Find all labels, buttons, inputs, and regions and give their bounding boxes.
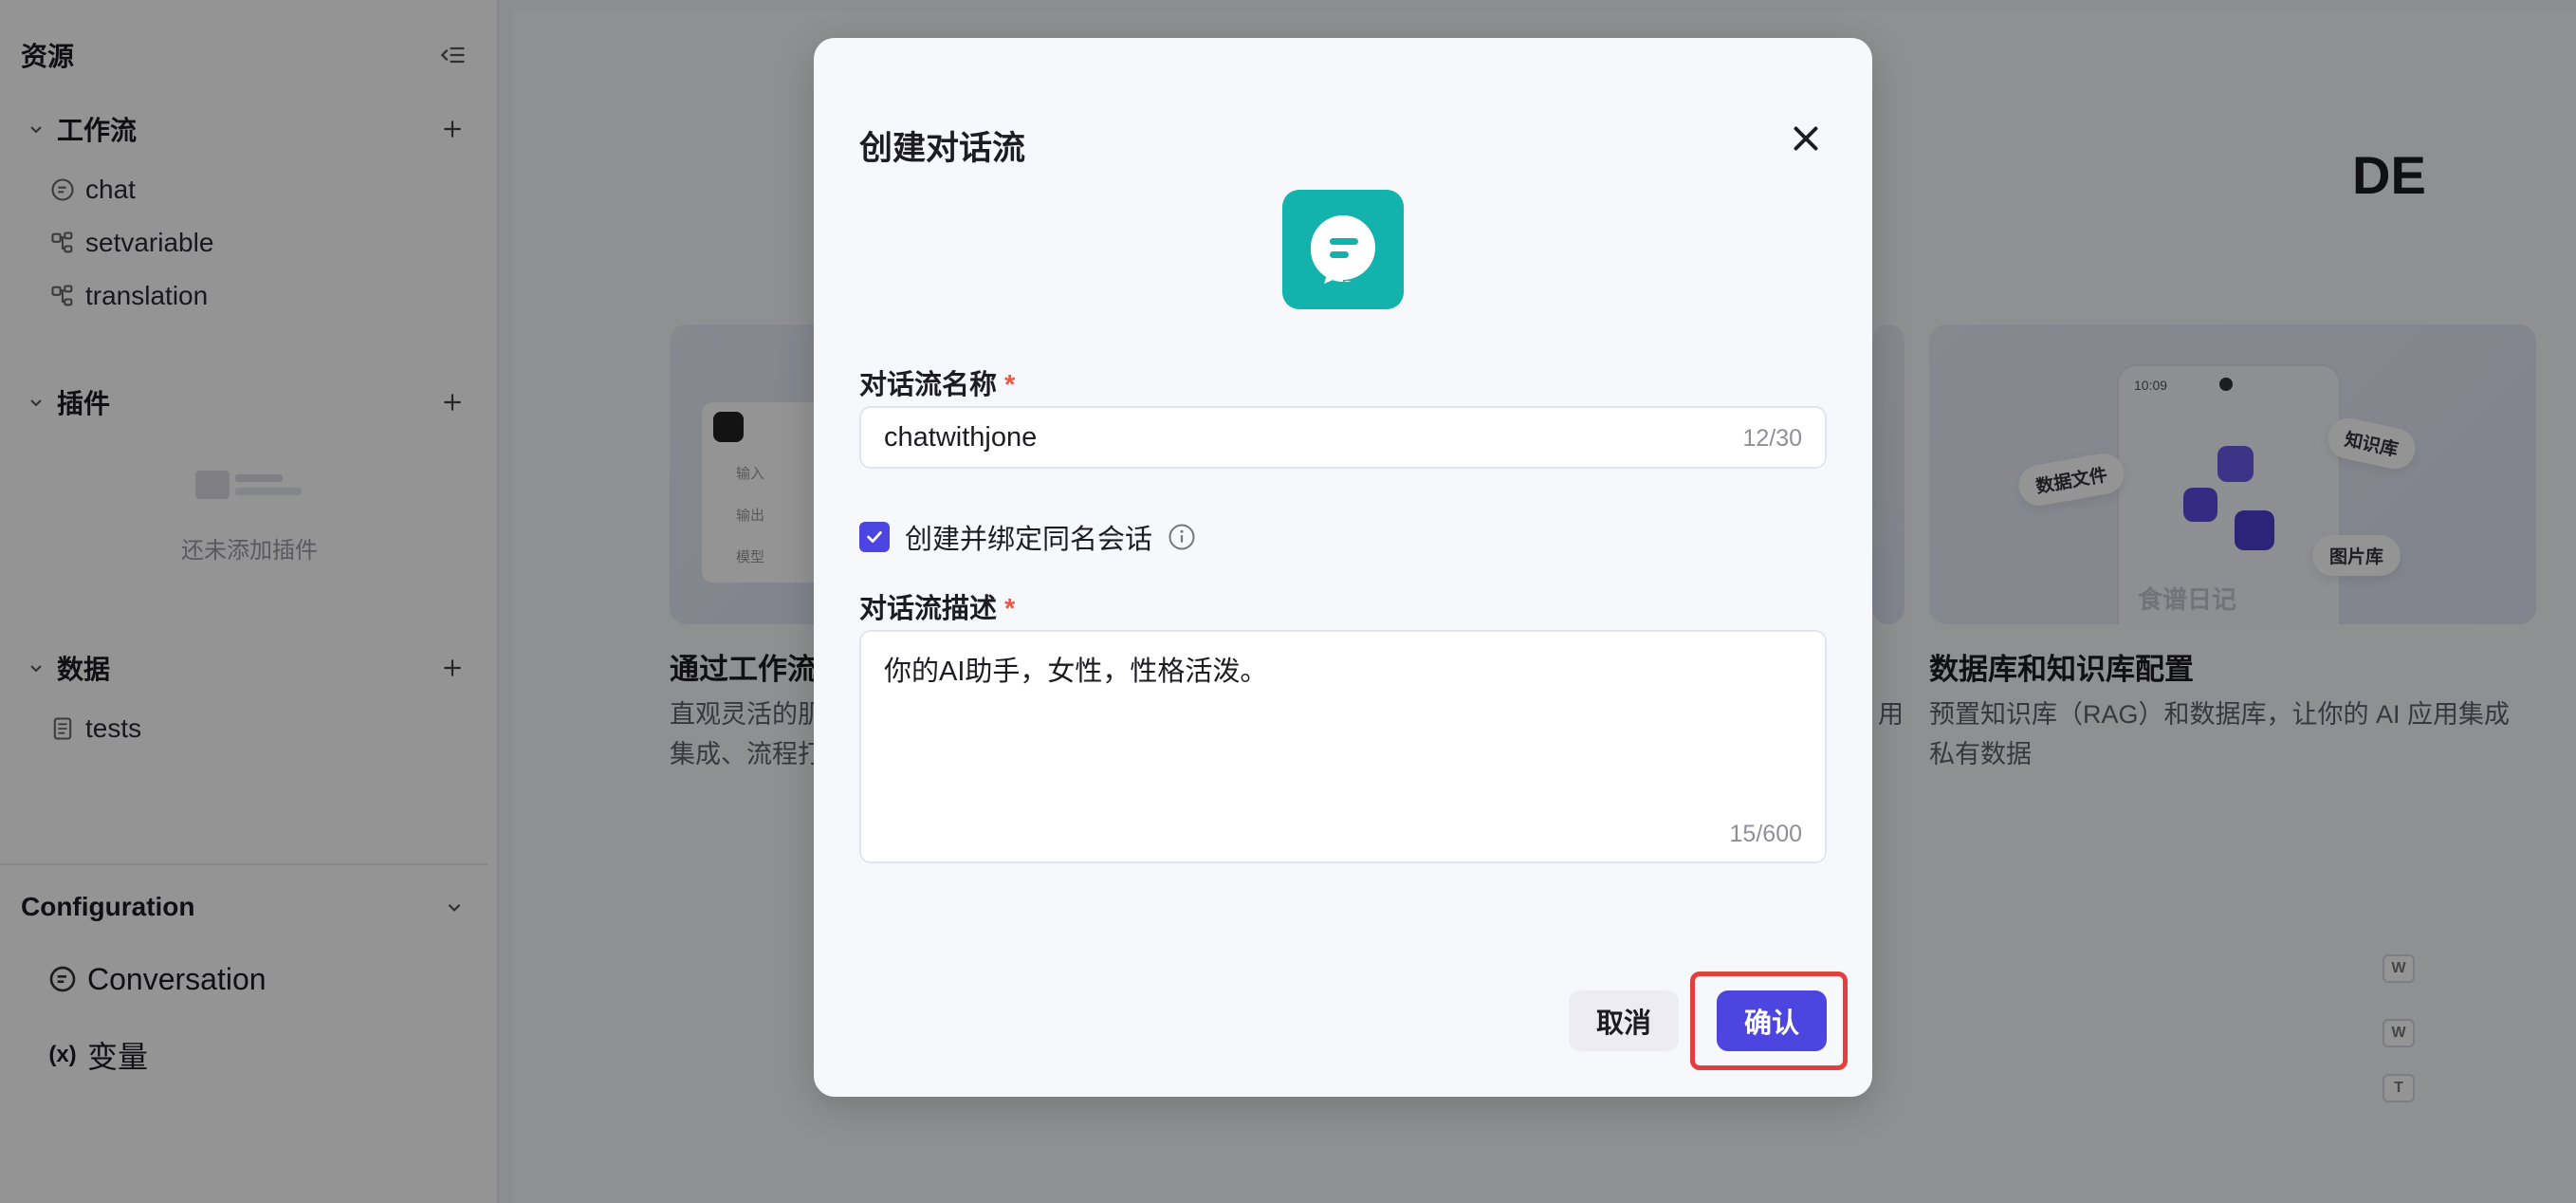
create-chatflow-dialog: 创建对话流 对话流名称 * chatwithjone 12/30 创建并绑定同名会… <box>814 38 1872 1097</box>
description-field-label: 对话流描述 * <box>859 586 1015 626</box>
bind-conversation-option[interactable]: 创建并绑定同名会话 <box>859 520 1196 555</box>
bind-conversation-label: 创建并绑定同名会话 <box>905 525 1153 555</box>
info-icon[interactable] <box>1168 523 1196 551</box>
confirm-highlight-annotation <box>1690 972 1848 1070</box>
cancel-button[interactable]: 取消 <box>1569 990 1679 1051</box>
chatflow-app-icon[interactable] <box>1282 190 1404 309</box>
required-mark: * <box>1004 594 1016 624</box>
dialog-title: 创建对话流 <box>859 130 1026 167</box>
name-label-text: 对话流名称 <box>859 370 998 400</box>
description-char-count: 15/600 <box>1729 821 1802 847</box>
close-icon[interactable] <box>1789 121 1823 156</box>
chatflow-description-textarea[interactable]: 你的AI助手，女性，性格活泼。 15/600 <box>859 630 1827 863</box>
name-input-value: chatwithjone <box>884 422 1038 453</box>
chatflow-name-input[interactable]: chatwithjone 12/30 <box>859 406 1827 469</box>
name-field-label: 对话流名称 * <box>859 362 1015 402</box>
required-mark: * <box>1004 370 1016 400</box>
checkmark-icon <box>867 531 882 543</box>
chat-bubble-icon <box>1311 215 1375 284</box>
desc-label-text: 对话流描述 <box>859 594 998 624</box>
name-char-count: 12/30 <box>1742 425 1802 452</box>
description-value: 你的AI助手，女性，性格活泼。 <box>884 657 1268 687</box>
bind-conversation-checkbox[interactable] <box>859 522 890 552</box>
